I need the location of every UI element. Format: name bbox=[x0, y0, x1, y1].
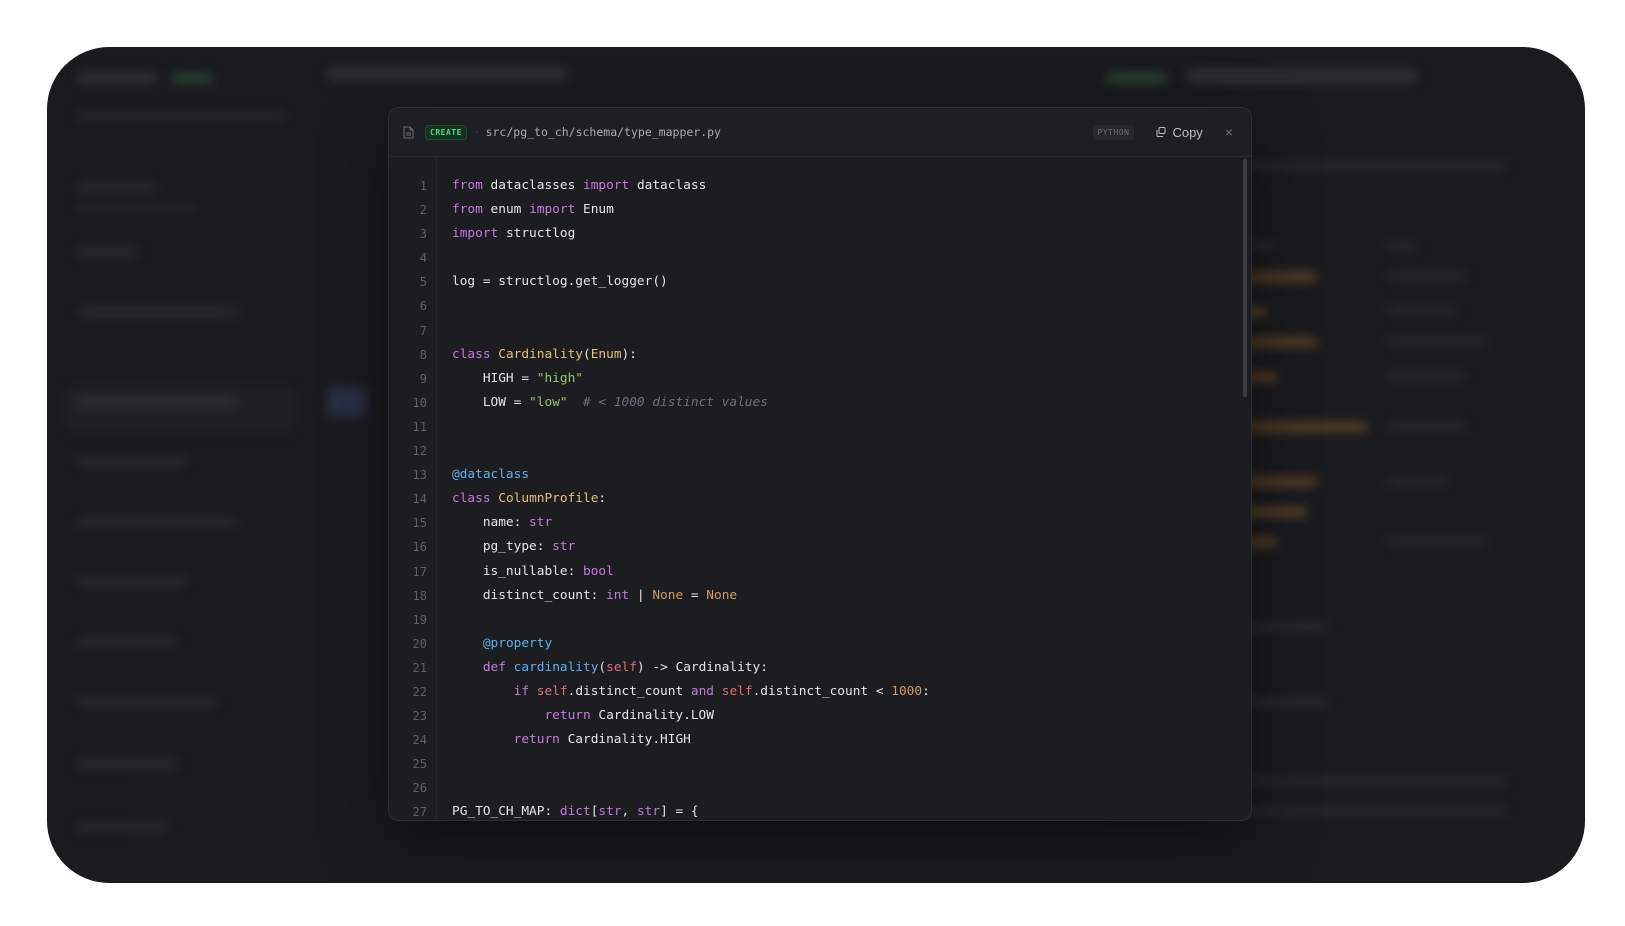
line-number: 23 bbox=[412, 709, 427, 724]
line-number: 21 bbox=[412, 660, 427, 675]
copy-icon bbox=[1156, 127, 1166, 137]
line-number: 14 bbox=[412, 492, 427, 507]
path-separator: · bbox=[474, 126, 479, 138]
line-number: 5 bbox=[419, 275, 427, 290]
code-line: @property bbox=[482, 635, 553, 651]
line-number: 20 bbox=[412, 636, 427, 651]
create-badge: CREATE bbox=[425, 124, 467, 140]
file-preview-modal: CREATE · src/pg_to_ch/schema/type_mapper… bbox=[388, 107, 1252, 821]
code-line: class ColumnProfile: bbox=[452, 491, 607, 507]
line-number: 16 bbox=[412, 540, 427, 555]
line-number: 8 bbox=[419, 347, 427, 362]
copy-label: Copy bbox=[1172, 124, 1203, 140]
code-line: if self.distinct_count and self.distinct… bbox=[513, 683, 930, 699]
code-line: def cardinality(self) -> Cardinality: bbox=[482, 659, 768, 675]
line-number: 24 bbox=[412, 733, 427, 748]
line-number-gutter: 1 2 3 4 5 6 7 8 9 10 11 12 13 14 15 16 17 18 19 20 21 22 23 24 2… bbox=[389, 157, 437, 820]
line-number: 7 bbox=[419, 323, 427, 338]
file-path: src/pg_to_ch/schema/type_mapper.py bbox=[485, 125, 721, 139]
line-number: 12 bbox=[412, 444, 427, 459]
language-badge: PYTHON bbox=[1092, 124, 1135, 140]
header-actions: PYTHON Copy × bbox=[1092, 108, 1233, 156]
file-icon bbox=[403, 125, 415, 139]
code-line: ​ bbox=[452, 439, 1251, 463]
scrollbar[interactable] bbox=[1243, 159, 1247, 397]
line-number: 19 bbox=[412, 612, 427, 627]
line-number: 6 bbox=[419, 299, 427, 314]
code-line: ​ bbox=[452, 415, 1251, 439]
app-window: CREATE · src/pg_to_ch/schema/type_mapper… bbox=[47, 47, 1585, 883]
line-number: 26 bbox=[412, 781, 427, 796]
code-line: LOW = "low" # < 1000 distinct values bbox=[452, 394, 768, 410]
code-line: ​ bbox=[452, 776, 1251, 800]
code-viewer[interactable]: 1 2 3 4 5 6 7 8 9 10 11 12 13 14 15 16 17 18 19 20 21 22 23 24 2… bbox=[389, 157, 1251, 820]
line-number: 3 bbox=[419, 227, 427, 242]
line-number: 18 bbox=[412, 588, 427, 603]
code-line: @dataclass bbox=[452, 467, 530, 483]
code-line: is_nullable: bool bbox=[452, 563, 614, 579]
code-line: log = structlog.get_logger() bbox=[452, 274, 668, 290]
code-line: HIGH = "high" bbox=[452, 370, 583, 386]
code-line: ​ bbox=[452, 752, 1251, 776]
code-line: name: str bbox=[452, 515, 553, 531]
line-number: 22 bbox=[412, 684, 427, 699]
line-number: 9 bbox=[419, 371, 427, 386]
modal-header: CREATE · src/pg_to_ch/schema/type_mapper… bbox=[389, 108, 1251, 157]
code-line: PG_TO_CH_MAP: dict[str, str] = { bbox=[452, 804, 699, 820]
line-number: 13 bbox=[412, 468, 427, 483]
line-number: 27 bbox=[412, 805, 427, 820]
code-line: ​ bbox=[452, 246, 1251, 270]
line-number: 11 bbox=[412, 419, 427, 434]
code-line: ​ bbox=[452, 608, 1251, 632]
code-line: ​ bbox=[452, 294, 1251, 318]
code-line: return Cardinality.LOW bbox=[544, 708, 714, 724]
line-number: 1 bbox=[419, 179, 427, 193]
code-line: class Cardinality(Enum): bbox=[452, 346, 637, 362]
close-icon[interactable]: × bbox=[1225, 125, 1233, 139]
code-line: import structlog bbox=[452, 226, 576, 242]
code-line: distinct_count: int | None = None bbox=[452, 587, 738, 603]
code-content: from dataclasses import dataclass from en… bbox=[437, 157, 1251, 820]
line-number: 10 bbox=[412, 395, 427, 410]
copy-button[interactable]: Copy bbox=[1156, 124, 1203, 140]
code-line: from dataclasses import dataclass bbox=[452, 178, 707, 193]
line-number: 15 bbox=[412, 516, 427, 531]
code-line: pg_type: str bbox=[452, 539, 576, 555]
code-line: ​ bbox=[452, 319, 1251, 343]
line-number: 2 bbox=[419, 203, 427, 218]
line-number: 17 bbox=[412, 564, 427, 579]
line-number: 4 bbox=[419, 251, 427, 266]
code-line: from enum import Enum bbox=[452, 202, 614, 218]
line-number: 25 bbox=[412, 757, 427, 772]
code-line: return Cardinality.HIGH bbox=[513, 732, 691, 748]
